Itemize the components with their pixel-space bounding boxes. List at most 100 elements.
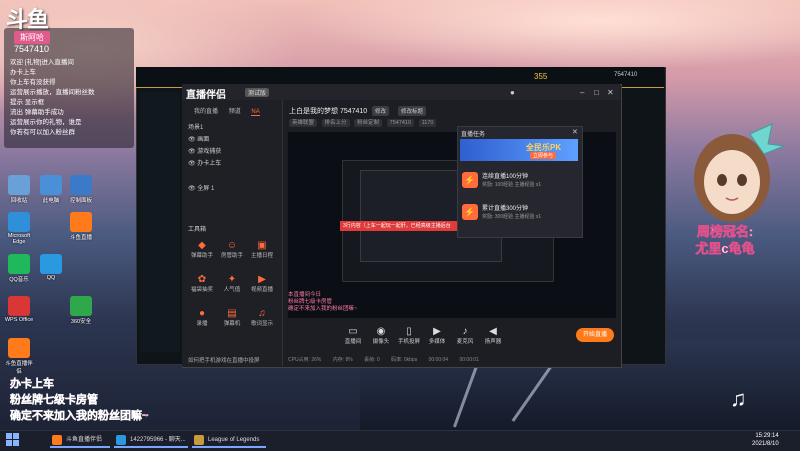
app-icon (8, 338, 30, 358)
desktop-icon[interactable]: 斗鱼直播 (66, 212, 96, 241)
scene-item[interactable]: 👁 全屏 1 (188, 183, 214, 192)
desktop-icon[interactable]: 回收站 (4, 175, 34, 204)
bottom-toolbar-button[interactable]: ♪ 麦克风 (452, 326, 478, 345)
tool-button[interactable]: ✿ 福袋抽奖 (188, 274, 216, 293)
eye-icon[interactable]: 👁 (188, 161, 197, 167)
bottom-toolbar-button[interactable]: ▶ 多媒体 (424, 326, 450, 345)
chat-line: 运营展示你的礼物，谁是 (10, 119, 82, 126)
task-header: 直播任务 (461, 132, 486, 138)
toolbar-icon: ▭ (348, 326, 358, 337)
bottom-toolbar-button[interactable]: ▯ 手机投屏 (396, 326, 422, 345)
preview-pink-line: 粉丝牌七级卡房管 (288, 299, 333, 305)
preview-pink-line: 本直播间今日 (288, 292, 322, 298)
tool-button[interactable]: ♫ 歌词显示 (248, 308, 276, 327)
task-name: 累计直播300分钟 (482, 206, 529, 212)
status-mem: 内存: 8% (332, 357, 353, 363)
bottom-toolbar-button[interactable]: ◀ 扬声器 (480, 326, 506, 345)
go-live-button[interactable]: 开始直播 (576, 328, 614, 342)
clock-time: 15:29:14 (755, 433, 779, 439)
status-bitrate: 码率: 0kbps (391, 357, 418, 363)
desktop-icon-label: 360安全 (70, 319, 92, 325)
taskbar-item[interactable]: 1422795966 - 聊天... (114, 432, 188, 448)
desktop-icon[interactable]: Microsoft Edge (4, 212, 34, 245)
help-link[interactable]: 如何把手机游戏在直播中投屏 (188, 356, 260, 364)
tool-button[interactable]: ✦ 人气值 (218, 274, 246, 293)
version-badge: 测试版 (245, 88, 270, 97)
preview-banner: 3行内容（上车一起玩一起肝，已经高级主播后台 (340, 221, 469, 231)
minimize-button[interactable]: – (580, 88, 584, 97)
scene-item-label: 游戏捕获 (197, 149, 222, 155)
desktop-icon[interactable]: WPS Office (4, 296, 34, 323)
game-sidebar (140, 92, 180, 352)
taskbar-item-label: 1422795966 - 聊天... (130, 437, 186, 443)
eye-icon[interactable]: 👁 (188, 186, 197, 192)
toolbar-label: 手机投屏 (397, 339, 420, 345)
task-item: ⚡ 连续直播100分钟 奖励: 100经验 主播经验 x1 (462, 168, 576, 196)
edit-title-button[interactable]: 修改标题 (398, 106, 427, 116)
avatar-icon[interactable]: ● (510, 88, 515, 97)
desktop-icon[interactable]: 斗鱼直播伴侣 (4, 338, 34, 375)
tool-button[interactable]: ▶ 视频直播 (248, 274, 276, 293)
desktop-icon[interactable]: 此电脑 (36, 175, 66, 204)
task-desc: 奖励: 300经验 主播经验 x1 (482, 214, 542, 220)
bottom-toolbar-button[interactable]: ▭ 直播间 (340, 326, 366, 345)
tag: 1170 (418, 119, 437, 127)
desktop-icon-label: WPS Office (4, 317, 34, 323)
eye-icon[interactable]: 👁 (188, 149, 197, 155)
toolbar-icon: ▯ (406, 326, 412, 337)
task-close-icon[interactable]: ✕ (572, 128, 578, 136)
pk-banner[interactable]: 全民乐PK 立即参与 (460, 139, 578, 161)
app-icon (8, 212, 30, 232)
toolbar-label: 摄像头 (372, 339, 390, 345)
bottom-toolbar-button[interactable]: ◉ 摄像头 (368, 326, 394, 345)
tool-button[interactable]: ◆ 弹幕助手 (188, 240, 216, 259)
user-name-badge: 斯阿哈 (14, 31, 50, 44)
desktop-icon[interactable]: 360安全 (66, 296, 96, 325)
tag[interactable]: 排名上分 (321, 119, 350, 127)
tool-label: 房管助手 (220, 253, 243, 259)
tab-na[interactable]: NA (251, 109, 260, 116)
tab-my-live[interactable]: 我的直播 (194, 109, 218, 115)
task-name: 连续直播100分钟 (482, 174, 529, 180)
desktop-icon[interactable]: QQ音乐 (4, 254, 34, 283)
overlay-pink-line: 确定不来加入我的粉丝团嘛~ (10, 410, 149, 422)
scene-item[interactable]: 👁 游戏捕获 (188, 146, 221, 155)
scene-item[interactable]: 👁 办卡上车 (188, 158, 221, 167)
chat-line: 运营展示播放，直播间粉丝数 (10, 89, 95, 96)
edit-button[interactable]: 修改 (372, 106, 390, 116)
taskbar-item-label: League of Legends (208, 437, 260, 443)
clock[interactable]: 15:29:14 2021/8/10 (752, 432, 779, 448)
tool-button[interactable]: ● 录播 (188, 308, 216, 327)
app-icon (40, 254, 62, 274)
anime-avatar (694, 123, 785, 222)
tool-button[interactable]: ▤ 弹幕机 (218, 308, 246, 327)
tool-button[interactable]: ☺ 房管助手 (218, 240, 246, 259)
desktop-icon[interactable]: 控制面板 (66, 175, 96, 204)
windows-start-icon[interactable] (6, 433, 20, 447)
desktop-icon-label: QQ音乐 (9, 277, 29, 283)
douyu-logo: 斗鱼 (6, 7, 49, 32)
taskbar-item[interactable]: 斗鱼直播伴侣 (50, 432, 110, 448)
rank-text: 周榜冠名: 尤里c龟龟 (695, 224, 755, 257)
lol-icon (194, 435, 204, 445)
app-icon (8, 254, 30, 274)
app-icon (8, 296, 30, 316)
tool-icon: ☺ (226, 240, 238, 251)
tool-label: 福袋抽奖 (190, 287, 213, 293)
tool-button[interactable]: ▣ 主播日程 (248, 240, 276, 259)
status-timer: 00:00:04 (428, 357, 449, 363)
tag[interactable]: 英雄联盟 (289, 119, 318, 127)
tab-channel[interactable]: 频道 (229, 109, 241, 115)
tag[interactable]: 粉丝定制 (354, 119, 383, 127)
currency-rp: 355 (534, 72, 548, 81)
desktop-icon[interactable]: QQ (36, 254, 66, 281)
eye-icon[interactable]: 👁 (188, 137, 197, 143)
scene-item[interactable]: 场景1 (188, 122, 203, 131)
close-button[interactable]: ✕ (607, 88, 614, 97)
scene-item[interactable]: 👁 画面 (188, 134, 209, 143)
stream-title: 上白是我的梦想 7547410 (289, 108, 368, 115)
status-cpu: CPU占用: 26% (288, 357, 322, 363)
maximize-button[interactable]: □ (594, 88, 599, 97)
taskbar-item[interactable]: League of Legends (192, 432, 266, 448)
pk-join-button[interactable]: 立即参与 (530, 152, 557, 159)
